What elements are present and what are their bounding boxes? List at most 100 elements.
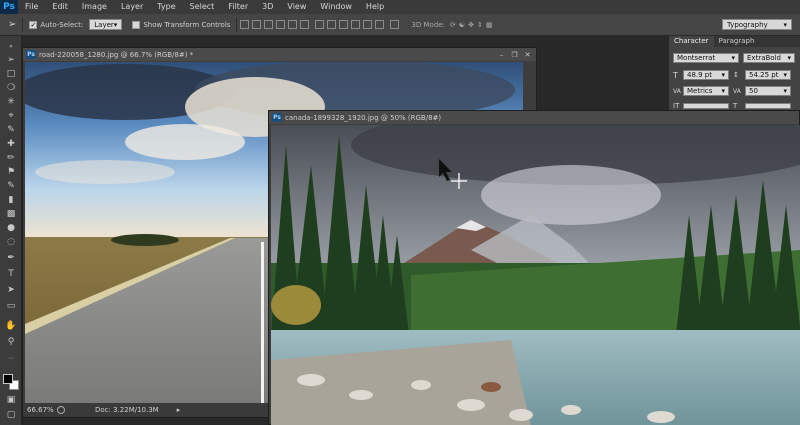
path-select-tool-icon[interactable]: ➤ — [5, 284, 17, 296]
tab-character[interactable]: Character — [669, 36, 714, 47]
menu-help[interactable]: Help — [359, 0, 391, 14]
chevron-down-icon: ▾ — [113, 20, 118, 29]
marquee-tool-icon[interactable]: □ — [5, 68, 17, 80]
auto-select-checkbox[interactable]: ✓ — [29, 20, 38, 29]
mode-3d-label: 3D Mode: — [411, 20, 445, 29]
chevron-down-icon: ▾ — [783, 20, 787, 29]
distribute-bottom-icon[interactable] — [339, 20, 349, 29]
quick-mask-icon[interactable]: ▣ — [5, 394, 17, 406]
font-size-field[interactable]: 48.9 pt ▾ — [683, 70, 729, 80]
clone-stamp-tool-icon[interactable]: ⚑ — [5, 166, 17, 178]
type-tool-icon[interactable]: T — [5, 268, 17, 280]
shape-tool-icon[interactable]: ▭ — [5, 300, 17, 312]
dodge-tool-icon[interactable]: ◌ — [5, 236, 17, 248]
chevron-down-icon: ▾ — [787, 54, 791, 62]
align-bottom-icon[interactable] — [264, 20, 274, 29]
chevron-down-icon: ▾ — [783, 87, 787, 95]
3d-drag-icon[interactable]: ✥ — [468, 21, 474, 29]
font-size-icon: T — [673, 70, 678, 80]
close-icon[interactable]: ✕ — [523, 50, 532, 59]
screen-mode-icon[interactable]: ▢ — [5, 409, 17, 421]
chevron-down-icon: ▾ — [721, 71, 725, 79]
gradient-tool-icon[interactable]: ▩ — [5, 208, 17, 220]
history-brush-tool-icon[interactable]: ✎ — [5, 180, 17, 192]
distribute-right-icon[interactable] — [375, 20, 385, 29]
status-settings-icon[interactable] — [57, 406, 65, 414]
quick-select-tool-icon[interactable]: ✳ — [5, 96, 17, 108]
menu-3d[interactable]: 3D — [255, 0, 280, 14]
align-hcenter-icon[interactable] — [288, 20, 298, 29]
3d-scale-icon[interactable]: ▦ — [486, 21, 493, 29]
panel-collapse-icon[interactable]: » — [5, 40, 17, 52]
canada-image-canvas[interactable] — [271, 125, 800, 425]
kerning-dropdown[interactable]: Metrics ▾ — [683, 86, 729, 96]
eraser-tool-icon[interactable]: ▮ — [5, 194, 17, 206]
show-transform-checkbox[interactable] — [132, 20, 141, 29]
distribute-top-icon[interactable] — [315, 20, 325, 29]
healing-brush-tool-icon[interactable]: ✚ — [5, 138, 17, 150]
tab-paragraph[interactable]: Paragraph — [714, 36, 760, 47]
3d-rotate-icon[interactable]: ⟳ — [450, 21, 456, 29]
align-left-icon[interactable] — [276, 20, 286, 29]
eyedropper-tool-icon[interactable]: ✎ — [5, 124, 17, 136]
font-style-dropdown[interactable]: ExtraBold ▾ — [743, 53, 795, 63]
menu-filter[interactable]: Filter — [221, 0, 255, 14]
font-size-value: 48.9 pt — [687, 71, 712, 79]
show-transform-option[interactable]: Show Transform Controls — [132, 20, 230, 29]
document-window-canada[interactable]: Ps canada-1899328_1920.jpg @ 50% (RGB/8#… — [268, 110, 800, 425]
pen-tool-icon[interactable]: ✒ — [5, 252, 17, 264]
menu-bar: Ps File Edit Image Layer Type Select Fil… — [0, 0, 800, 14]
workspace-dropdown[interactable]: Typography ▾ — [722, 19, 792, 30]
document-tab-road[interactable]: Ps road-220058_1280.jpg @ 66.7% (RGB/8#)… — [23, 48, 536, 61]
canada-photo — [271, 125, 800, 425]
horizontal-scale-field[interactable] — [745, 103, 791, 109]
menu-view[interactable]: View — [280, 0, 313, 14]
character-panel: Character Paragraph Montserrat ▾ ExtraBo… — [668, 36, 800, 110]
auto-select-option[interactable]: ✓ Auto-Select: — [29, 20, 83, 29]
auto-align-icon[interactable] — [390, 20, 400, 29]
workspace-value: Typography — [727, 20, 768, 29]
menu-window[interactable]: Window — [313, 0, 359, 14]
menu-layer[interactable]: Layer — [114, 0, 150, 14]
align-top-icon[interactable] — [240, 20, 250, 29]
tools-panel: » ➢ □ ❍ ✳ ⌖ ✎ ✚ ✏ ⚑ ✎ ▮ ▩ ● ◌ ✒ T ➤ ▭ ✋ … — [0, 36, 22, 425]
divider — [22, 17, 24, 32]
brush-tool-icon[interactable]: ✏ — [5, 152, 17, 164]
align-vcenter-icon[interactable] — [252, 20, 262, 29]
menu-image[interactable]: Image — [75, 0, 114, 14]
chevron-down-icon: ▾ — [721, 87, 725, 95]
align-right-icon[interactable] — [300, 20, 310, 29]
auto-select-dropdown[interactable]: Layer ▾ — [89, 19, 123, 30]
restore-icon[interactable]: ❐ — [510, 50, 519, 59]
crop-tool-icon[interactable]: ⌖ — [5, 110, 17, 122]
tracking-field[interactable]: 50 ▾ — [745, 86, 791, 96]
menu-edit[interactable]: Edit — [45, 0, 75, 14]
3d-slide-icon[interactable]: ⇕ — [477, 21, 483, 29]
blur-tool-icon[interactable]: ● — [5, 222, 17, 234]
lasso-tool-icon[interactable]: ❍ — [5, 82, 17, 94]
distribute-hcenter-icon[interactable] — [363, 20, 373, 29]
move-tool-preset-icon[interactable]: ➢ — [8, 19, 16, 30]
menu-type[interactable]: Type — [150, 0, 182, 14]
menu-file[interactable]: File — [18, 0, 45, 14]
status-menu-arrow-icon[interactable]: ▸ — [177, 406, 181, 414]
foreground-color-swatch[interactable] — [3, 374, 13, 384]
minimize-icon[interactable]: – — [497, 50, 506, 59]
font-family-dropdown[interactable]: Montserrat ▾ — [673, 53, 739, 63]
move-tool-icon[interactable]: ➢ — [5, 54, 17, 66]
chevron-down-icon: ▾ — [783, 71, 787, 79]
document-tab-canada[interactable]: Ps canada-1899328_1920.jpg @ 50% (RGB/8#… — [269, 111, 799, 124]
distribute-vcenter-icon[interactable] — [327, 20, 337, 29]
3d-roll-icon[interactable]: ☯ — [459, 21, 465, 29]
leading-field[interactable]: 54.25 pt ▾ — [745, 70, 791, 80]
zoom-tool-icon[interactable]: ⚲ — [5, 336, 17, 348]
menu-select[interactable]: Select — [183, 0, 222, 14]
panel-tab-bar: Character Paragraph — [669, 36, 800, 47]
distribute-left-icon[interactable] — [351, 20, 361, 29]
tracking-icon: VA — [733, 87, 741, 95]
leading-icon: ↕ — [733, 71, 739, 79]
zoom-level[interactable]: 66.67% — [27, 406, 54, 414]
vertical-scale-field[interactable] — [683, 103, 729, 109]
more-tools-icon[interactable]: ⋯ — [5, 352, 17, 364]
hand-tool-icon[interactable]: ✋ — [5, 320, 17, 332]
